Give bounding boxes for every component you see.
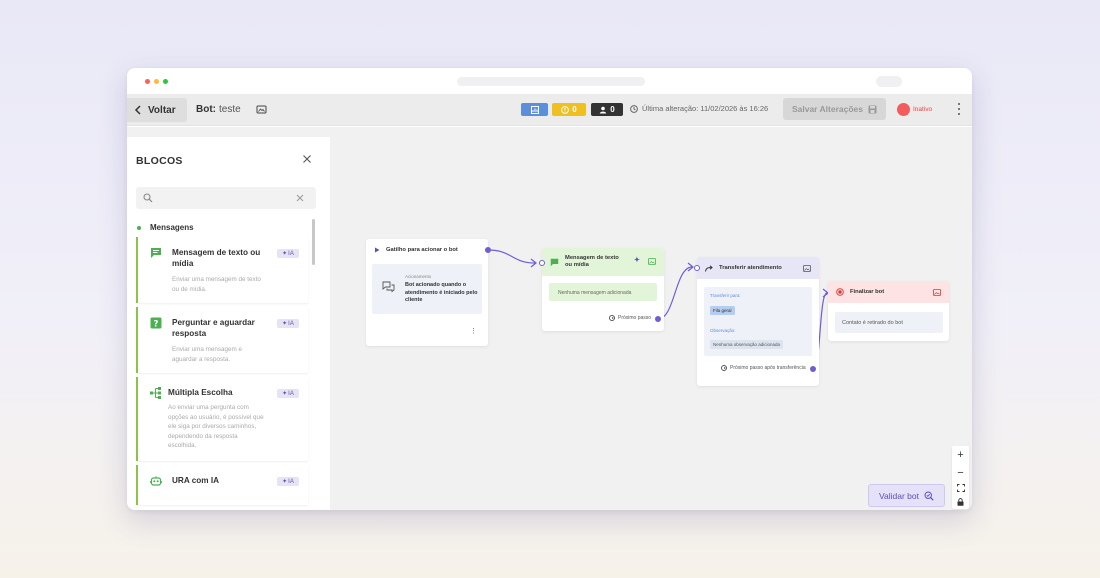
fit-view-icon[interactable] <box>956 484 965 493</box>
play-circle-icon <box>721 365 727 371</box>
trigger-label: Acionamento <box>405 274 432 279</box>
input-port[interactable] <box>694 265 700 271</box>
message-node[interactable]: Mensagem de texto ou mídia ✦ Nenhuma men… <box>539 248 664 331</box>
image-icon[interactable] <box>933 289 941 296</box>
queue-badge: Fila geral <box>710 306 735 315</box>
browser-extension-pill[interactable] <box>876 76 902 87</box>
app-window: Voltar Bot: teste 0 0 Última alteração: 1… <box>127 68 972 510</box>
validate-bot-button[interactable]: Validar bot <box>868 484 945 507</box>
save-label: Salvar Alterações <box>791 104 864 114</box>
status-label: Inativo <box>913 105 933 113</box>
edit-image-icon[interactable] <box>256 104 267 115</box>
next-step-label: Próximo passo <box>618 315 652 321</box>
stop-circle-icon <box>836 288 844 296</box>
zoom-out-button[interactable]: − <box>957 467 963 479</box>
users-badge[interactable]: 0 <box>591 103 623 116</box>
search-check-icon <box>924 490 934 501</box>
finish-text: Contato é retirado do bot <box>835 312 943 333</box>
node-header: Finalizar bot <box>828 281 949 303</box>
input-port[interactable] <box>539 260 545 266</box>
play-circle-icon <box>609 315 615 321</box>
last-edit-text: Última alteração: 11/02/2026 às 16:26 <box>642 104 769 113</box>
save-button[interactable]: Salvar Alterações <box>783 98 886 120</box>
conversation-icon <box>382 281 395 293</box>
image-icon[interactable] <box>803 265 811 272</box>
node-header: Transferir atendimento <box>697 257 819 279</box>
observation-value: Nenhuma observação adicionada <box>710 340 784 349</box>
bot-title: Bot: teste <box>196 104 241 115</box>
browser-chrome <box>127 68 972 94</box>
maximize-dot-icon[interactable] <box>163 79 168 84</box>
next-step-label: Próximo passo após transferência <box>730 365 806 371</box>
user-icon <box>600 106 607 113</box>
alerts-badge[interactable]: 0 <box>552 103 586 116</box>
trigger-node[interactable]: Gatilho para acionar o bot Acionamento B… <box>366 239 491 346</box>
status-toggle[interactable]: Inativo <box>897 102 932 116</box>
sparkle-icon[interactable]: ✦ <box>634 256 640 264</box>
next-step: Próximo passo após transferência <box>721 365 806 371</box>
lock-icon[interactable] <box>957 498 964 506</box>
status-indicator-icon <box>897 102 910 116</box>
node-title: Transferir atendimento <box>719 265 782 271</box>
node-title: Finalizar bot <box>850 289 885 295</box>
zoom-in-button[interactable]: + <box>957 449 963 461</box>
node-title: Mensagem de texto ou mídia <box>565 254 619 269</box>
clock-icon <box>630 104 638 113</box>
trigger-text: Bot acionado quando o atendimento é inic… <box>405 282 478 303</box>
trigger-content: Acionamento Bot acionado quando o atendi… <box>372 264 482 314</box>
connector-line <box>487 249 536 264</box>
node-header: Gatilho para acionar o bot <box>366 239 488 261</box>
flow-canvas[interactable]: BLOCOS Mensagens Mensagem de texto ou mí… <box>127 127 972 510</box>
back-label: Voltar <box>148 104 176 116</box>
validate-label: Validar bot <box>878 490 919 501</box>
transfer-label: Transferir para: <box>710 293 741 298</box>
users-count: 0 <box>610 105 615 114</box>
back-button[interactable]: Voltar <box>127 98 187 122</box>
finish-node[interactable]: Finalizar bot Contato é retirado do bot <box>828 281 949 341</box>
address-bar[interactable] <box>457 77 645 86</box>
image-icon[interactable] <box>648 258 656 265</box>
more-options-icon[interactable] <box>956 102 962 116</box>
save-icon <box>868 105 877 113</box>
last-edit: Última alteração: 11/02/2026 às 16:26 <box>630 104 768 113</box>
zoom-controls: + − <box>952 446 969 509</box>
node-title: Gatilho para acionar o bot <box>386 247 458 253</box>
chat-bubble-icon <box>550 258 559 266</box>
play-icon <box>375 247 380 253</box>
stats-badge[interactable] <box>521 103 548 116</box>
chart-icon <box>530 105 539 114</box>
editor-toolbar: Voltar Bot: teste 0 0 Última alteração: 1… <box>127 94 972 126</box>
alert-icon <box>561 105 570 114</box>
transfer-arrow-icon <box>705 264 713 272</box>
empty-message-box: Nenhuma mensagem adicionada <box>549 283 657 301</box>
minimize-dot-icon[interactable] <box>154 79 159 84</box>
output-port[interactable] <box>810 366 816 372</box>
output-port[interactable] <box>485 247 491 253</box>
alerts-count: 0 <box>572 105 577 114</box>
node-header: Mensagem de texto ou mídia ✦ <box>542 248 664 276</box>
observation-label: Observação: <box>710 328 736 333</box>
transfer-node[interactable]: Transferir atendimento Transferir para: … <box>694 257 819 386</box>
close-dot-icon[interactable] <box>145 79 150 84</box>
bot-name: teste <box>219 104 241 115</box>
bot-prefix: Bot: <box>196 104 216 115</box>
chevron-left-icon <box>134 105 141 115</box>
output-port[interactable] <box>655 316 661 322</box>
transfer-content: Transferir para: Fila geral Observação: … <box>704 287 812 356</box>
node-menu-icon[interactable]: ⋮ <box>470 327 477 335</box>
next-step: Próximo passo <box>609 315 651 321</box>
